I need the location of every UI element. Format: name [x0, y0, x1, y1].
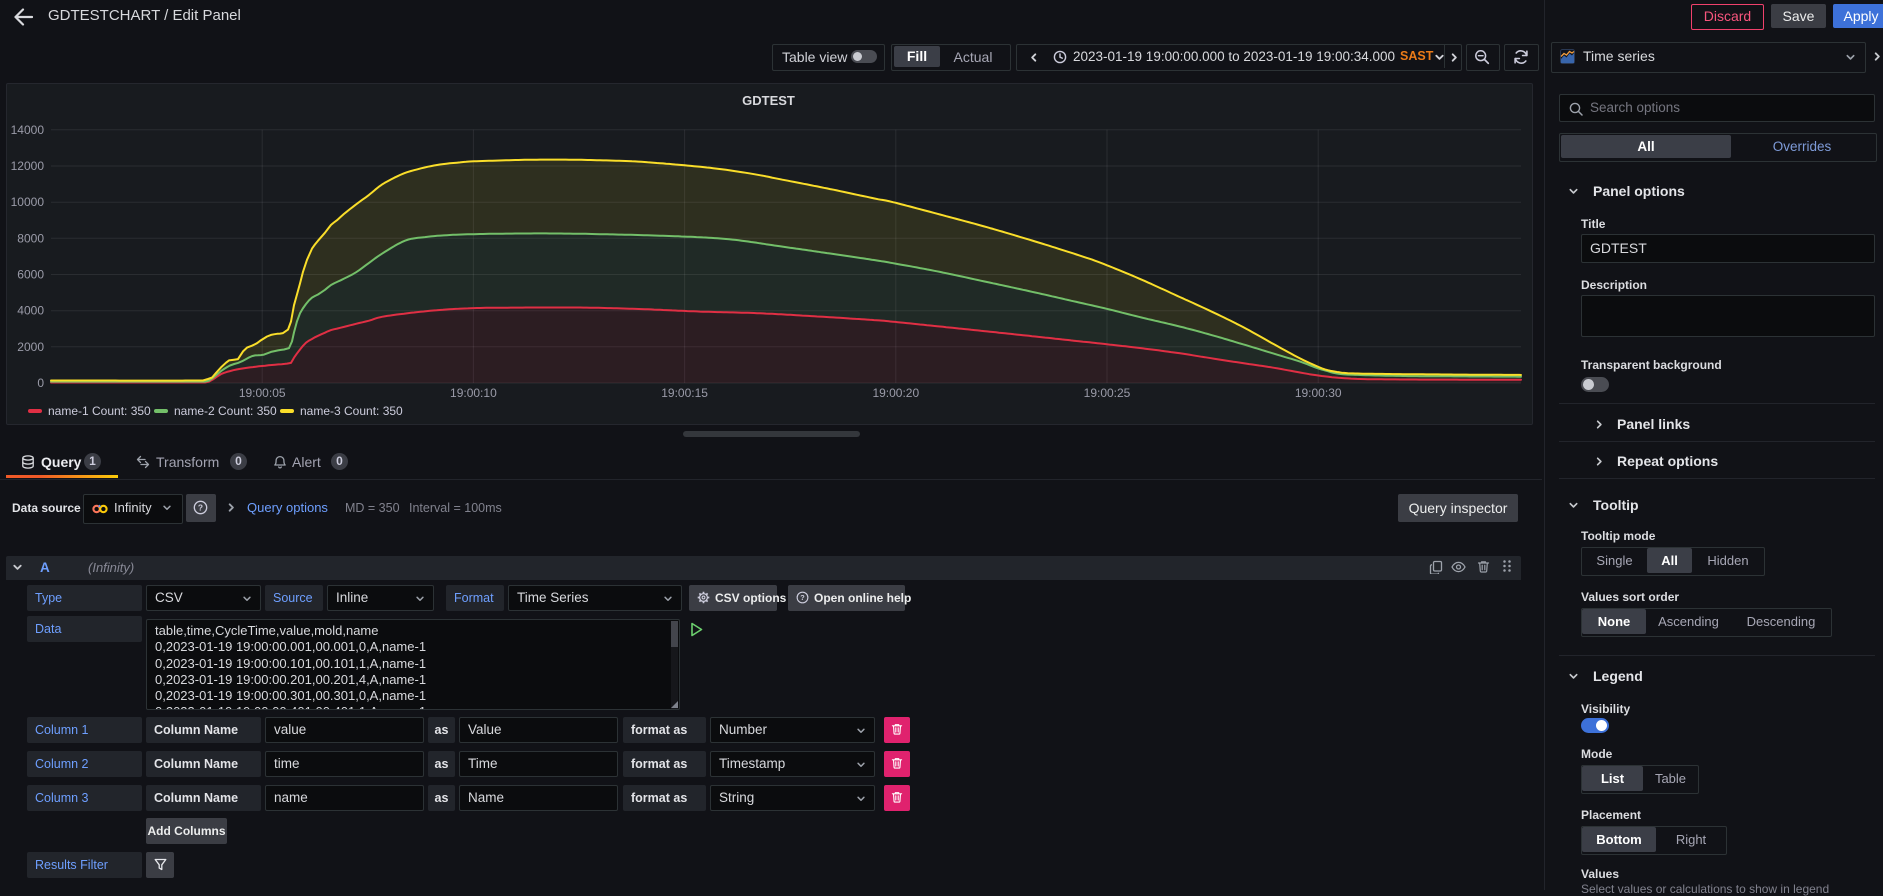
svg-text:10000: 10000 — [11, 195, 45, 209]
svg-text:4000: 4000 — [17, 304, 44, 318]
svg-text:6000: 6000 — [17, 268, 44, 282]
svg-text:14000: 14000 — [11, 123, 45, 137]
svg-text:19:00:10: 19:00:10 — [450, 386, 497, 400]
svg-text:0: 0 — [37, 376, 44, 390]
svg-text:?: ? — [198, 503, 203, 513]
svg-text:19:00:15: 19:00:15 — [661, 386, 708, 400]
svg-text:19:00:05: 19:00:05 — [239, 386, 286, 400]
svg-text:?: ? — [800, 593, 805, 602]
svg-text:2000: 2000 — [17, 340, 44, 354]
svg-text:12000: 12000 — [11, 159, 45, 173]
svg-text:19:00:20: 19:00:20 — [872, 386, 919, 400]
svg-text:8000: 8000 — [17, 231, 44, 245]
svg-text:19:00:30: 19:00:30 — [1295, 386, 1342, 400]
svg-text:19:00:25: 19:00:25 — [1084, 386, 1131, 400]
